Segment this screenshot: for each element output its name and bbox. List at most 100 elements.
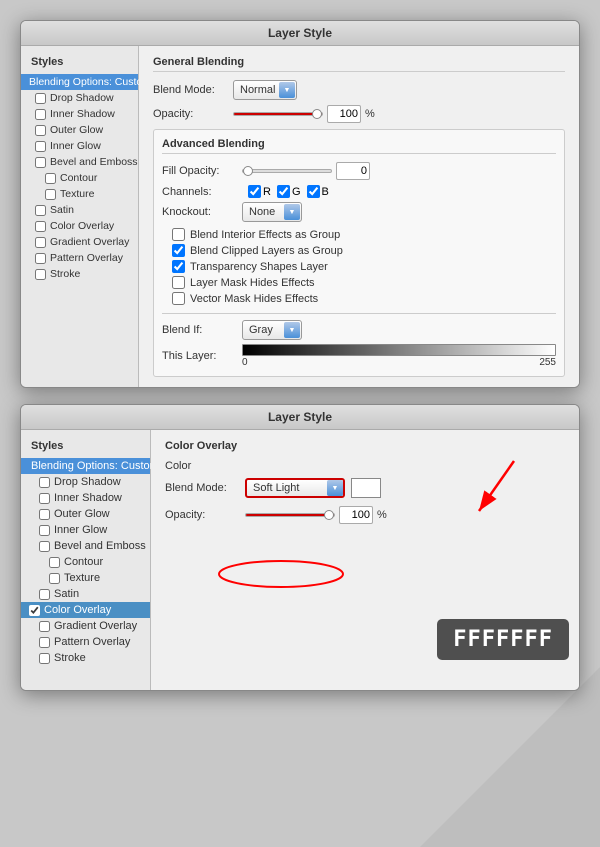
general-blending-title: General Blending xyxy=(153,56,565,72)
b-color-overlay-checkbox[interactable] xyxy=(29,605,40,616)
b-drop-shadow-checkbox[interactable] xyxy=(39,477,50,488)
bottom-sidebar-inner-glow[interactable]: Inner Glow xyxy=(21,522,150,538)
sidebar-item-pattern-overlay[interactable]: Pattern Overlay xyxy=(21,250,138,266)
inner-glow-checkbox[interactable] xyxy=(35,141,46,152)
blend-mode-select-wrap[interactable]: Normal xyxy=(233,80,297,100)
color-overlay-checkbox[interactable] xyxy=(35,221,46,232)
pattern-overlay-checkbox[interactable] xyxy=(35,253,46,264)
inner-shadow-checkbox[interactable] xyxy=(35,109,46,120)
channel-r: R xyxy=(248,185,271,198)
bottom-sidebar-outer-glow[interactable]: Outer Glow xyxy=(21,506,150,522)
this-layer-label: This Layer: xyxy=(162,350,242,362)
bottom-title-text: Layer Style xyxy=(268,410,332,424)
outer-glow-checkbox[interactable] xyxy=(35,125,46,136)
b-inner-glow-checkbox[interactable] xyxy=(39,525,50,536)
bottom-sidebar-satin[interactable]: Satin xyxy=(21,586,150,602)
channels-row: Channels: R G B xyxy=(162,185,556,198)
channel-r-checkbox[interactable] xyxy=(248,185,261,198)
b-opacity-label: Opacity: xyxy=(165,509,245,521)
sidebar-item-inner-glow[interactable]: Inner Glow xyxy=(21,138,138,154)
bottom-sidebar-color-overlay[interactable]: Color Overlay xyxy=(21,602,150,618)
layer-mask-hides-checkbox[interactable] xyxy=(172,276,185,289)
opacity-slider[interactable] xyxy=(233,112,323,116)
sidebar-item-blending-options[interactable]: Blending Options: Custom xyxy=(21,74,138,90)
stroke-checkbox[interactable] xyxy=(35,269,46,280)
bottom-sidebar-stroke[interactable]: Stroke xyxy=(21,650,150,666)
contour-checkbox[interactable] xyxy=(45,173,56,184)
bottom-sidebar-pattern-overlay[interactable]: Pattern Overlay xyxy=(21,634,150,650)
knockout-row: Knockout: None xyxy=(162,202,556,222)
sidebar-item-texture[interactable]: Texture xyxy=(21,186,138,202)
bevel-emboss-checkbox[interactable] xyxy=(35,157,46,168)
blend-mode-select[interactable]: Normal xyxy=(233,80,297,100)
bottom-sidebar-drop-shadow[interactable]: Drop Shadow xyxy=(21,474,150,490)
fill-opacity-input[interactable] xyxy=(336,162,370,180)
sidebar-item-satin[interactable]: Satin xyxy=(21,202,138,218)
channel-g-checkbox[interactable] xyxy=(277,185,290,198)
bottom-sidebar-texture[interactable]: Texture xyxy=(21,570,150,586)
channel-b-checkbox[interactable] xyxy=(307,185,320,198)
b-contour-checkbox[interactable] xyxy=(49,557,60,568)
drop-shadow-checkbox[interactable] xyxy=(35,93,46,104)
satin-checkbox[interactable] xyxy=(35,205,46,216)
sidebar-item-gradient-overlay[interactable]: Gradient Overlay xyxy=(21,234,138,250)
b-inner-shadow-checkbox[interactable] xyxy=(39,493,50,504)
fill-opacity-slider[interactable] xyxy=(242,169,332,173)
sidebar-item-inner-shadow[interactable]: Inner Shadow xyxy=(21,106,138,122)
this-layer-min: 0 xyxy=(242,357,248,368)
bottom-sidebar-inner-shadow[interactable]: Inner Shadow xyxy=(21,490,150,506)
b-stroke-checkbox[interactable] xyxy=(39,653,50,664)
sidebar-item-stroke[interactable]: Stroke xyxy=(21,266,138,282)
b-outer-glow-checkbox[interactable] xyxy=(39,509,50,520)
bottom-sidebar-bevel-emboss[interactable]: Bevel and Emboss xyxy=(21,538,150,554)
bottom-dialog-title: Layer Style xyxy=(21,405,579,430)
b-bevel-emboss-checkbox[interactable] xyxy=(39,541,50,552)
advanced-blending-title: Advanced Blending xyxy=(162,138,556,154)
knockout-select[interactable]: None xyxy=(242,202,302,222)
b-opacity-slider-wrap: % xyxy=(245,506,387,524)
bottom-sidebar-blending-options[interactable]: Blending Options: Custom xyxy=(21,458,150,474)
vector-mask-hides-checkbox[interactable] xyxy=(172,292,185,305)
sidebar-item-contour[interactable]: Contour xyxy=(21,170,138,186)
transparency-shapes-row: Transparency Shapes Layer xyxy=(172,260,556,273)
blend-clipped-checkbox[interactable] xyxy=(172,244,185,257)
bottom-styles-heading: Styles xyxy=(21,438,150,458)
fill-opacity-label: Fill Opacity: xyxy=(162,165,242,177)
bottom-sidebar-gradient-overlay[interactable]: Gradient Overlay xyxy=(21,618,150,634)
b-blend-mode-select-wrap[interactable]: Soft Light xyxy=(245,478,345,498)
blend-if-select-wrap[interactable]: Gray xyxy=(242,320,302,340)
b-gradient-overlay-checkbox[interactable] xyxy=(39,621,50,632)
blend-interior-checkbox[interactable] xyxy=(172,228,185,241)
gradient-overlay-checkbox[interactable] xyxy=(35,237,46,248)
vector-mask-hides-row: Vector Mask Hides Effects xyxy=(172,292,556,305)
texture-checkbox[interactable] xyxy=(45,189,56,200)
color-code-text: FFFFFFF xyxy=(453,627,553,652)
bottom-sidebar-contour[interactable]: Contour xyxy=(21,554,150,570)
blend-checkboxes: Blend Interior Effects as Group Blend Cl… xyxy=(162,228,556,305)
b-pattern-overlay-checkbox[interactable] xyxy=(39,637,50,648)
blend-if-select[interactable]: Gray xyxy=(242,320,302,340)
sidebar-item-drop-shadow[interactable]: Drop Shadow xyxy=(21,90,138,106)
sidebar-item-color-overlay[interactable]: Color Overlay xyxy=(21,218,138,234)
advanced-blending-section: Advanced Blending Fill Opacity: Channels… xyxy=(153,129,565,377)
b-texture-checkbox[interactable] xyxy=(49,573,60,584)
color-code-badge: FFFFFFF xyxy=(437,619,569,660)
top-sidebar: Styles Blending Options: Custom Drop Sha… xyxy=(21,46,139,387)
sidebar-item-outer-glow[interactable]: Outer Glow xyxy=(21,122,138,138)
b-opacity-input[interactable] xyxy=(339,506,373,524)
knockout-label: Knockout: xyxy=(162,206,242,218)
opacity-input[interactable] xyxy=(327,105,361,123)
sidebar-item-bevel-emboss[interactable]: Bevel and Emboss xyxy=(21,154,138,170)
b-satin-checkbox[interactable] xyxy=(39,589,50,600)
transparency-shapes-checkbox[interactable] xyxy=(172,260,185,273)
b-opacity-slider[interactable] xyxy=(245,513,335,517)
b-opacity-row: Opacity: % xyxy=(165,506,565,524)
blend-if-label: Blend If: xyxy=(162,324,242,336)
fill-opacity-row: Fill Opacity: xyxy=(162,162,556,180)
this-layer-range: 0 255 xyxy=(242,357,556,368)
knockout-select-wrap[interactable]: None xyxy=(242,202,302,222)
b-blend-mode-select[interactable]: Soft Light xyxy=(245,478,345,498)
channel-r-label: R xyxy=(263,186,271,198)
color-swatch[interactable] xyxy=(351,478,381,498)
fill-opacity-slider-wrap xyxy=(242,162,370,180)
